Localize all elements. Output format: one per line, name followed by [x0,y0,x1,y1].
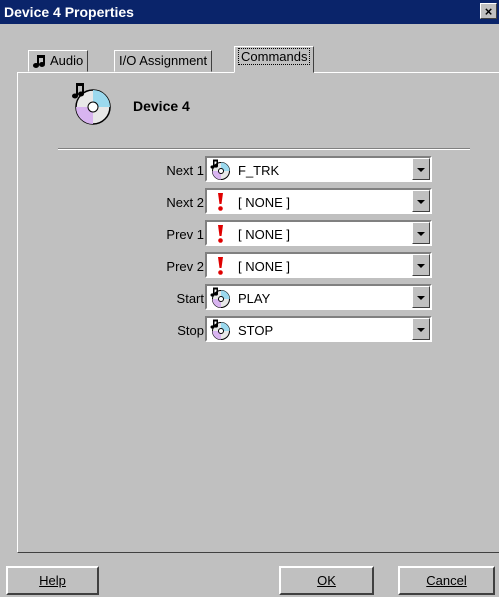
command-select[interactable]: [ NONE ] [205,252,432,278]
command-row: Next 1 F_TRK [0,154,499,186]
exclamation-icon [209,255,231,277]
ok-button[interactable]: OK [279,566,374,595]
command-select[interactable]: PLAY [205,284,432,310]
music-note-icon [33,54,45,68]
title-bar: Device 4 Properties × [0,0,499,24]
command-row: Next 2 [ NONE ] [0,186,499,218]
dropdown-arrow-icon[interactable] [412,158,430,180]
command-value: [ NONE ] [238,227,291,242]
command-select[interactable]: [ NONE ] [205,220,432,246]
cd-icon [209,319,231,341]
command-row: Prev 1 [ NONE ] [0,218,499,250]
command-value: [ NONE ] [238,259,291,274]
command-label: Next 1 [166,163,204,178]
command-label: Prev 1 [166,227,204,242]
divider [58,148,470,150]
command-row: Stop STOP [0,314,499,346]
device-name: Device 4 [133,98,190,114]
tab-io-label: I/O Assignment [119,53,208,68]
command-value: PLAY [238,291,271,306]
tab-io-assignment[interactable]: I/O Assignment [114,50,213,72]
command-label: Next 2 [166,195,204,210]
command-row: Start PLAY [0,282,499,314]
dropdown-arrow-icon[interactable] [412,190,430,212]
command-value: STOP [238,323,274,338]
command-label: Stop [177,323,204,338]
command-label: Start [176,291,204,306]
exclamation-icon [209,223,231,245]
command-label: Prev 2 [166,259,204,274]
command-select[interactable]: [ NONE ] [205,188,432,214]
command-value: [ NONE ] [238,195,291,210]
ok-label: OK [317,573,336,588]
window-title: Device 4 Properties [4,4,134,20]
dropdown-arrow-icon[interactable] [412,254,430,276]
dropdown-arrow-icon[interactable] [412,222,430,244]
command-row: Prev 2 [ NONE ] [0,250,499,282]
tab-commands[interactable]: Commands [234,46,315,73]
cd-icon [209,287,231,309]
command-select[interactable]: F_TRK [205,156,432,182]
cd-icon [209,159,231,181]
command-value: F_TRK [238,163,280,178]
help-button[interactable]: Help [6,566,99,595]
close-button[interactable]: × [480,3,497,19]
tab-commands-label: Commands [237,48,311,65]
cancel-label: Cancel [426,573,467,588]
dropdown-arrow-icon[interactable] [412,318,430,340]
cancel-button[interactable]: Cancel [398,566,495,595]
command-select[interactable]: STOP [205,316,432,342]
tab-audio[interactable]: Audio [28,50,89,72]
exclamation-icon [209,191,231,213]
tab-audio-label: Audio [50,53,84,68]
help-label: Help [39,573,66,588]
cd-music-icon [72,83,111,125]
dropdown-arrow-icon[interactable] [412,286,430,308]
